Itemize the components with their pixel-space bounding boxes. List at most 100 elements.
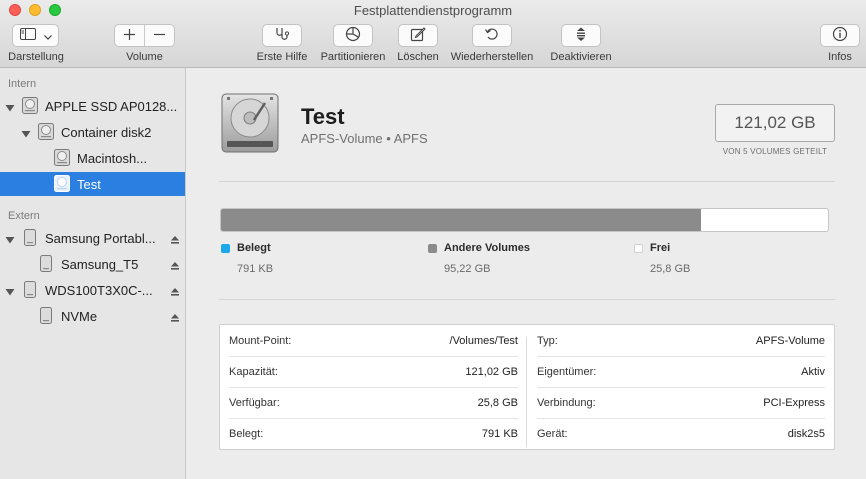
window-title: Festplattendienstprogramm — [353, 3, 513, 18]
sidebar-item-macintosh[interactable]: Macintosh... — [0, 146, 185, 170]
row-separator — [229, 356, 518, 357]
info-value: /Volumes/Test — [449, 334, 518, 347]
row-separator — [229, 418, 518, 419]
info-key: Eigentümer: — [537, 365, 597, 378]
info-key: Gerät: — [537, 427, 568, 440]
row-separator — [229, 387, 518, 388]
toolbar: Festplattendienstprogramm Darstellung Vo… — [0, 0, 866, 68]
info-row: Eigentümer: Aktiv — [537, 356, 825, 387]
info-key: Kapazität: — [229, 365, 278, 378]
info-row: Mount-Point: /Volumes/Test — [229, 325, 518, 356]
volume-detail-pane: Test APFS-Volume • APFS 121,02 GB VON 5 … — [187, 68, 866, 479]
sidebar: Intern APPLE SSD AP0128... Container dis… — [0, 68, 186, 479]
info-button[interactable] — [820, 24, 860, 47]
wiederherstellen-label: Wiederherstellen — [450, 51, 534, 63]
chevron-down-icon — [43, 29, 52, 43]
sidebar-item-label: Container disk2 — [61, 124, 152, 140]
volume-size-note: VON 5 VOLUMES GETEILT — [722, 147, 828, 156]
plus-icon — [124, 28, 135, 43]
hard-drive-icon — [221, 93, 279, 156]
partition-button[interactable] — [333, 24, 373, 47]
volume-subtitle: APFS-Volume • APFS — [301, 131, 428, 146]
info-value: disk2s5 — [787, 427, 825, 440]
sidebar-section-extern: Extern — [8, 210, 40, 222]
restore-button[interactable] — [472, 24, 512, 47]
remove-volume-button[interactable] — [145, 25, 174, 46]
row-separator — [537, 418, 825, 419]
info-key: Verbindung: — [537, 396, 596, 409]
sidebar-item-samsung-t5[interactable]: Samsung_T5 — [0, 252, 185, 276]
info-key: Mount-Point: — [229, 334, 292, 347]
container-disk-icon — [38, 123, 54, 140]
legend-swatch-other — [428, 244, 437, 253]
internal-disk-icon — [22, 97, 38, 114]
info-row: Typ: APFS-Volume — [537, 325, 825, 356]
erste-hilfe-label: Erste Hilfe — [256, 51, 308, 63]
sidebar-item-wds100t3x0c[interactable]: WDS100T3X0C-... — [0, 278, 185, 302]
eject-icon[interactable] — [170, 311, 180, 322]
volume-name: Test — [301, 104, 345, 129]
unmount-icon — [573, 26, 589, 45]
deaktivieren-label: Deaktivieren — [550, 51, 612, 63]
sidebar-item-label: WDS100T3X0C-... — [45, 282, 153, 298]
partitionieren-label: Partitionieren — [320, 51, 386, 63]
view-menu-button[interactable] — [12, 24, 59, 47]
sidebar-item-test[interactable]: Test — [0, 172, 185, 196]
legend-value: 25,8 GB — [650, 263, 691, 275]
row-separator — [537, 356, 825, 357]
divider — [219, 181, 835, 182]
usage-bar-other-volumes — [221, 209, 701, 231]
info-value: 121,02 GB — [465, 365, 518, 378]
eject-icon[interactable] — [170, 259, 180, 270]
eject-icon[interactable] — [170, 233, 180, 244]
legend-label: Andere Volumes — [444, 242, 530, 254]
sidebar-item-label: NVMe — [61, 308, 98, 324]
external-disk-icon — [22, 229, 38, 246]
legend-label: Frei — [650, 242, 671, 254]
volume-label: Volume — [126, 51, 163, 63]
erase-button[interactable] — [398, 24, 438, 47]
legend-swatch-free — [634, 244, 643, 253]
disclosure-triangle-icon[interactable] — [5, 101, 15, 112]
legend-swatch-used — [221, 244, 230, 253]
row-separator — [537, 387, 825, 388]
sidebar-item-samsung-portable[interactable]: Samsung Portabl... — [0, 226, 185, 250]
darstellung-label: Darstellung — [8, 51, 64, 63]
sidebar-item-apple-ssd[interactable]: APPLE SSD AP0128... — [0, 94, 185, 118]
eject-icon[interactable] — [170, 285, 180, 296]
sidebar-icon — [19, 28, 36, 43]
divider — [219, 299, 835, 300]
info-row: Belegt: 791 KB — [229, 418, 518, 449]
sidebar-item-container-disk2[interactable]: Container disk2 — [0, 120, 185, 144]
volume-segmented-control — [114, 24, 175, 47]
external-disk-icon — [22, 281, 38, 298]
external-volume-icon — [38, 255, 54, 272]
disclosure-triangle-icon[interactable] — [5, 285, 15, 296]
usage-bar — [220, 208, 829, 232]
stethoscope-icon — [274, 26, 290, 45]
sidebar-item-label: Test — [77, 176, 101, 192]
first-aid-button[interactable] — [262, 24, 302, 47]
volume-disk-icon — [54, 175, 70, 192]
info-key: Verfügbar: — [229, 396, 280, 409]
infos-label: Infos — [828, 51, 852, 63]
info-value: 791 KB — [481, 427, 518, 440]
unmount-button[interactable] — [561, 24, 601, 47]
legend-value: 95,22 GB — [444, 263, 491, 275]
loeschen-label: Löschen — [397, 51, 439, 63]
disclosure-triangle-icon[interactable] — [21, 127, 31, 138]
disclosure-triangle-icon[interactable] — [5, 233, 15, 244]
info-row: Verfügbar: 25,8 GB — [229, 387, 518, 418]
sidebar-item-label: Samsung_T5 — [61, 256, 139, 272]
add-volume-button[interactable] — [115, 25, 144, 46]
restore-arrow-icon — [484, 26, 500, 45]
volume-size-box: 121,02 GB — [715, 104, 835, 142]
info-key: Belegt: — [229, 427, 264, 440]
sidebar-item-label: Samsung Portabl... — [45, 230, 156, 246]
sidebar-item-nvme[interactable]: NVMe — [0, 304, 185, 328]
sidebar-item-label: Macintosh... — [77, 150, 148, 166]
info-value: APFS-Volume — [755, 334, 825, 347]
pie-chart-icon — [345, 26, 361, 45]
minus-icon — [154, 29, 165, 43]
info-value: Aktiv — [801, 365, 825, 378]
